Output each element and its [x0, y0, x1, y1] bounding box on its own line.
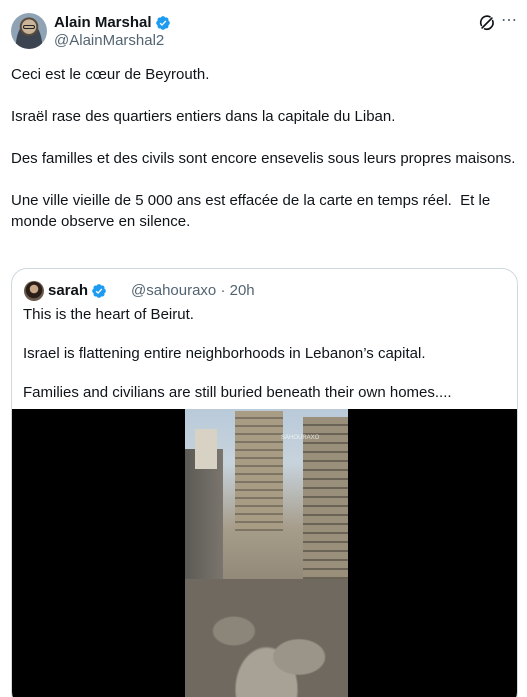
quote-timestamp[interactable]: 20h [230, 282, 255, 299]
video-frame[interactable]: SAHOURAXO [185, 409, 348, 697]
building [235, 411, 283, 531]
verified-badge-icon [92, 284, 106, 298]
avatar-glasses [23, 25, 35, 29]
quote-text: This is the heart of Beirut. Israel is f… [23, 305, 508, 422]
quote-paragraph: Families and civilians are still buried … [23, 384, 452, 401]
quote-author-name[interactable]: sarah [48, 282, 88, 300]
meta-separator: · [220, 282, 226, 299]
quote-paragraph: This is the heart of Beirut. [23, 306, 194, 323]
tweet-text: Ceci est le cœur de Beyrouth. Israël ras… [11, 64, 517, 253]
building [195, 429, 217, 469]
author-avatar[interactable] [11, 13, 47, 49]
tweet-paragraph: Israël rase des quartiers entiers dans l… [11, 108, 396, 125]
tweet-paragraph: Des familles et des civils sont encore e… [11, 150, 516, 167]
quote-author-avatar[interactable] [24, 281, 44, 301]
quote-media[interactable]: SAHOURAXO [12, 409, 517, 697]
tweet-paragraph: Ceci est le cœur de Beyrouth. [11, 66, 210, 83]
quote-author-name-row[interactable]: sarah [48, 282, 107, 300]
tweet[interactable]: Alain Marshal @AlainMarshal2 ⋯ Ceci est … [0, 0, 527, 697]
author-handle[interactable]: @AlainMarshal2 [54, 32, 164, 50]
author-name-row[interactable]: Alain Marshal [54, 14, 171, 32]
quote-author-handle[interactable]: @sahouraxo [131, 282, 216, 299]
author-name[interactable]: Alain Marshal [54, 14, 152, 32]
more-icon[interactable]: ⋯ [499, 13, 519, 32]
verified-badge-icon [155, 16, 170, 30]
rubble [185, 579, 348, 697]
quoted-tweet[interactable]: sarah @sahouraxo · 20h This is the heart… [11, 268, 518, 697]
tweet-paragraph: Une ville vieille de 5 000 ans est effac… [11, 192, 495, 230]
video-watermark: SAHOURAXO [281, 435, 320, 441]
quote-paragraph: Israel is flattening entire neighborhood… [23, 345, 426, 362]
quote-meta: @sahouraxo · 20h [131, 282, 255, 300]
grok-icon[interactable] [478, 14, 496, 32]
